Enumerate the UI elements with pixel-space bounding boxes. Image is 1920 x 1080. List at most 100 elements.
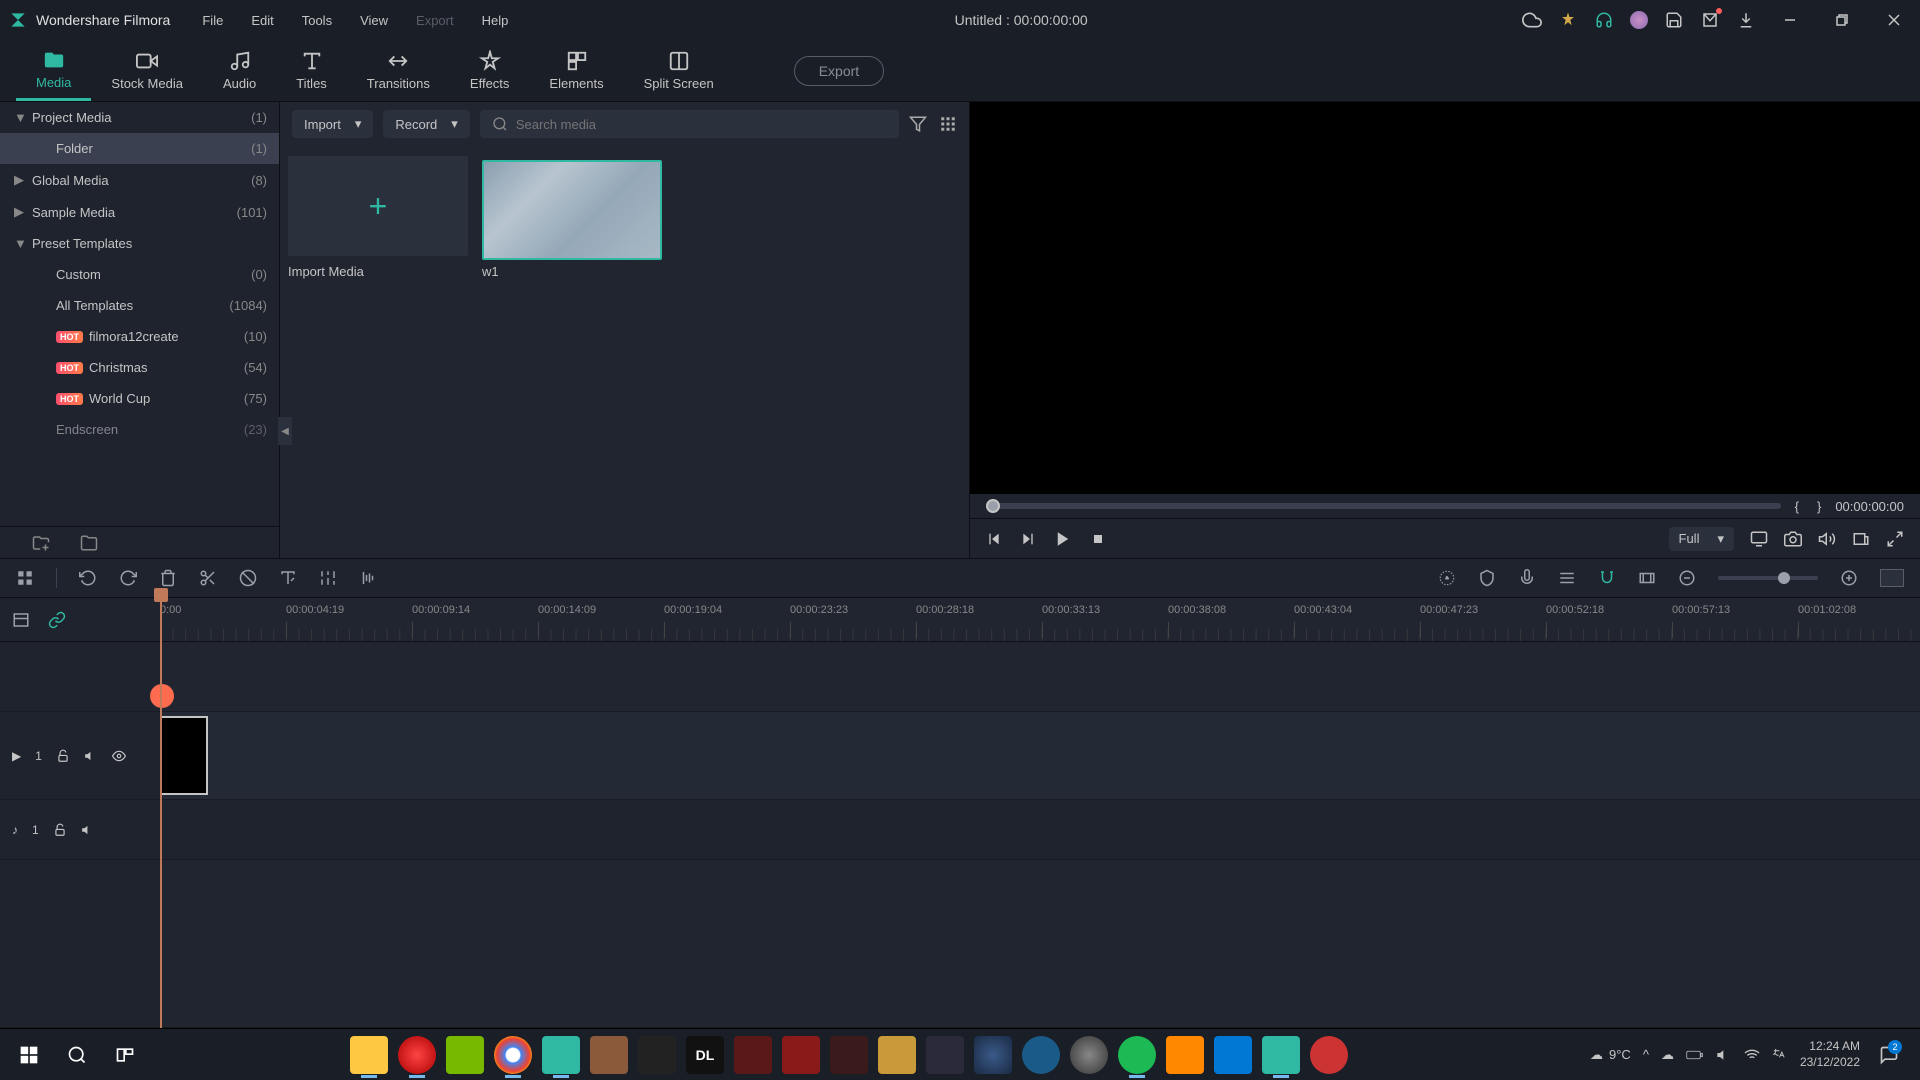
notification-button[interactable]: 2 (1872, 1034, 1906, 1076)
zoom-slider[interactable] (1718, 576, 1818, 580)
tab-effects[interactable]: Effects (450, 42, 530, 99)
fit-icon[interactable] (1638, 569, 1656, 587)
export-frame-icon[interactable] (1852, 530, 1870, 548)
link-icon[interactable] (48, 611, 66, 629)
filter-icon[interactable] (909, 115, 927, 133)
sidebar-item-christmas[interactable]: HOTChristmas(54) (0, 352, 279, 383)
close-button[interactable] (1876, 0, 1912, 40)
collapse-handle[interactable]: ◀ (278, 417, 292, 445)
taskbar-app-filmora-active[interactable] (1262, 1036, 1300, 1074)
menu-export[interactable]: Export (404, 9, 466, 32)
taskbar-app[interactable] (878, 1036, 916, 1074)
undo-button[interactable] (79, 569, 97, 587)
download-icon[interactable] (1736, 10, 1756, 30)
search-box[interactable] (480, 110, 899, 138)
sidebar-item-filmora12create[interactable]: HOTfilmora12create(10) (0, 321, 279, 352)
taskbar-app-vlc[interactable] (1166, 1036, 1204, 1074)
taskbar-app[interactable]: DL (686, 1036, 724, 1074)
timeline-clip[interactable] (160, 716, 208, 795)
export-button[interactable]: Export (794, 56, 884, 86)
tray-language-icon[interactable] (1772, 1047, 1788, 1063)
zoom-in-button[interactable] (1840, 569, 1858, 587)
snapshot-icon[interactable] (1784, 530, 1802, 548)
mixer-icon[interactable] (1558, 569, 1576, 587)
sidebar-item-sample-media[interactable]: ▶Sample Media(101) (0, 196, 279, 228)
sidebar-item-custom[interactable]: Custom(0) (0, 259, 279, 290)
taskbar-app[interactable] (446, 1036, 484, 1074)
tab-audio[interactable]: Audio (203, 42, 276, 99)
support-icon[interactable] (1594, 10, 1614, 30)
display-icon[interactable] (1750, 530, 1768, 548)
start-button[interactable] (8, 1034, 50, 1076)
visibility-icon[interactable] (112, 749, 126, 763)
taskbar-app[interactable] (1022, 1036, 1060, 1074)
sidebar-item-global-media[interactable]: ▶Global Media(8) (0, 164, 279, 196)
scrub-thumb[interactable] (986, 499, 1000, 513)
taskbar-clock[interactable]: 12:24 AM 23/12/2022 (1800, 1039, 1860, 1070)
tray-battery-icon[interactable] (1686, 1048, 1704, 1062)
taskbar-app[interactable] (926, 1036, 964, 1074)
next-frame-button[interactable] (1020, 531, 1036, 547)
lock-icon[interactable] (56, 749, 70, 763)
tray-wifi-icon[interactable] (1744, 1047, 1760, 1063)
taskbar-app[interactable] (1070, 1036, 1108, 1074)
audio-track-body[interactable] (160, 800, 1920, 859)
taskbar-app-filmora[interactable] (542, 1036, 580, 1074)
playhead[interactable] (160, 598, 162, 1028)
video-track-body[interactable] (160, 712, 1920, 799)
mute-icon[interactable] (81, 823, 95, 837)
render-icon[interactable] (1438, 569, 1456, 587)
save-icon[interactable] (1664, 10, 1684, 30)
tab-titles[interactable]: Titles (276, 42, 347, 99)
audio-track[interactable]: ♪ 1 (0, 800, 1920, 860)
tab-transitions[interactable]: Transitions (347, 42, 450, 99)
zoom-out-button[interactable] (1678, 569, 1696, 587)
menu-edit[interactable]: Edit (239, 9, 285, 32)
tray-volume-icon[interactable] (1716, 1047, 1732, 1063)
record-dropdown[interactable]: Record▾ (383, 110, 469, 138)
taskbar-app[interactable] (638, 1036, 676, 1074)
folder-icon[interactable] (80, 534, 98, 552)
tab-split-screen[interactable]: Split Screen (624, 42, 734, 99)
prev-frame-button[interactable] (986, 531, 1002, 547)
taskbar-app[interactable] (350, 1036, 388, 1074)
taskbar-app[interactable] (1214, 1036, 1252, 1074)
new-folder-icon[interactable] (32, 534, 50, 552)
taskbar-app[interactable] (830, 1036, 868, 1074)
weather-widget[interactable]: ☁ 9°C (1590, 1047, 1631, 1063)
sidebar-item-all-templates[interactable]: All Templates(1084) (0, 290, 279, 321)
time-ruler[interactable]: 0:0000:00:04:1900:00:09:1400:00:14:0900:… (160, 598, 1920, 641)
crop-icon[interactable] (239, 569, 257, 587)
adjust-icon[interactable] (319, 569, 337, 587)
tab-elements[interactable]: Elements (529, 42, 623, 99)
play-button[interactable] (1054, 530, 1072, 548)
voiceover-icon[interactable] (1518, 569, 1536, 587)
tab-media[interactable]: Media (16, 41, 91, 101)
account-icon[interactable] (1630, 11, 1648, 29)
sidebar-item-folder[interactable]: Folder(1) (0, 133, 279, 164)
sidebar-item-endscreen[interactable]: Endscreen(23) (0, 414, 279, 445)
scrub-track[interactable] (986, 503, 1781, 509)
clip-thumbnail[interactable]: w1 (482, 156, 662, 279)
taskbar-app-spotify[interactable] (1118, 1036, 1156, 1074)
sidebar-item-preset-templates[interactable]: ▼Preset Templates (0, 228, 279, 259)
preview-viewport[interactable] (970, 102, 1920, 494)
import-thumbnail[interactable]: + Import Media (288, 156, 468, 279)
redo-button[interactable] (119, 569, 137, 587)
import-dropdown[interactable]: Import▾ (292, 110, 373, 138)
quality-dropdown[interactable]: Full▾ (1669, 527, 1734, 551)
magnetic-icon[interactable] (1598, 569, 1616, 587)
marker-blob[interactable] (150, 684, 174, 708)
taskbar-app-chrome[interactable] (494, 1036, 532, 1074)
taskbar-app[interactable] (782, 1036, 820, 1074)
taskbar-app[interactable] (974, 1036, 1012, 1074)
text-tool-icon[interactable] (279, 569, 297, 587)
out-point-button[interactable]: } (1813, 499, 1825, 514)
mute-icon[interactable] (84, 749, 98, 763)
menu-view[interactable]: View (348, 9, 400, 32)
tray-chevron-icon[interactable]: ^ (1643, 1047, 1649, 1062)
minimize-button[interactable] (1772, 0, 1808, 40)
in-point-button[interactable]: { (1791, 499, 1803, 514)
tray-onedrive-icon[interactable]: ☁ (1661, 1047, 1674, 1063)
taskbar-app[interactable] (734, 1036, 772, 1074)
